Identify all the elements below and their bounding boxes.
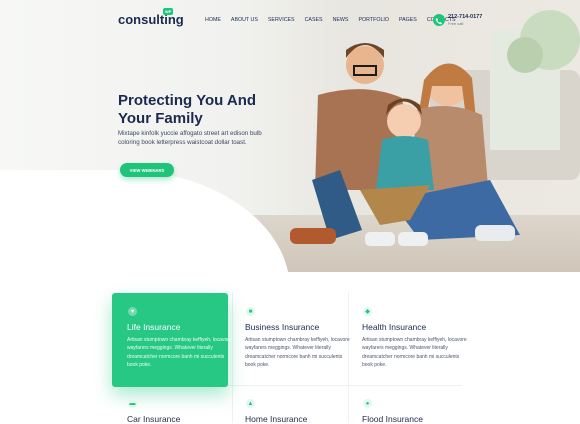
nav-services[interactable]: SERVICES	[268, 17, 295, 23]
hero-description: Mixtape kinfolk yuccie affogato street a…	[118, 130, 262, 146]
service-text: Artisan stumptown chambray keffiyeh, loc…	[362, 337, 467, 369]
main-menu: HOME ABOUT US SERVICES CASES NEWS PORTFO…	[205, 17, 466, 23]
phone-label: Free call	[448, 21, 464, 26]
service-text: Artisan stumptown chambray keffiyeh, loc…	[127, 337, 232, 369]
car-icon: ▬	[128, 399, 137, 408]
nav-home[interactable]: HOME	[205, 17, 221, 23]
shield-icon: ◆	[363, 307, 372, 316]
service-card-health[interactable]: ◆ Health Insurance Artisan stumptown cha…	[347, 293, 467, 387]
service-text: Artisan stumptown chambray keffiyeh, loc…	[245, 337, 350, 369]
nav-about[interactable]: ABOUT US	[231, 17, 258, 23]
phone-number[interactable]: 212-714-0177	[448, 14, 482, 20]
heart-icon: ♥	[128, 307, 137, 316]
logo[interactable]: consulting	[118, 12, 184, 27]
view-webinars-button[interactable]: VIEW WEBINARS	[120, 163, 174, 177]
top-nav: consulting WP HOME ABOUT US SERVICES CAS…	[0, 0, 580, 38]
nav-portfolio[interactable]: PORTFOLIO	[358, 17, 389, 23]
logo-badge: WP	[163, 8, 174, 15]
nav-pages[interactable]: PAGES	[399, 17, 417, 23]
service-card-flood[interactable]: ● Flood Insurance	[347, 385, 463, 424]
hero-title: Protecting You And Your Family	[118, 92, 257, 127]
service-card-home[interactable]: ▲ Home Insurance	[230, 385, 346, 424]
service-card-business[interactable]: ■ Business Insurance Artisan stumptown c…	[230, 293, 350, 387]
briefcase-icon: ■	[246, 307, 255, 316]
service-title: Health Insurance	[362, 322, 427, 332]
service-card-life[interactable]: ♥ Life Insurance Artisan stumptown chamb…	[112, 293, 232, 387]
phone-icon[interactable]	[433, 14, 445, 26]
service-title: Life Insurance	[127, 322, 181, 332]
hero-section	[0, 0, 580, 272]
nav-cases[interactable]: CASES	[305, 17, 323, 23]
drop-icon: ●	[363, 399, 372, 408]
home-icon: ▲	[246, 399, 255, 408]
service-title: Business Insurance	[245, 322, 320, 332]
nav-news[interactable]: NEWS	[333, 17, 349, 23]
service-card-car[interactable]: ▬ Car Insurance	[112, 385, 228, 424]
